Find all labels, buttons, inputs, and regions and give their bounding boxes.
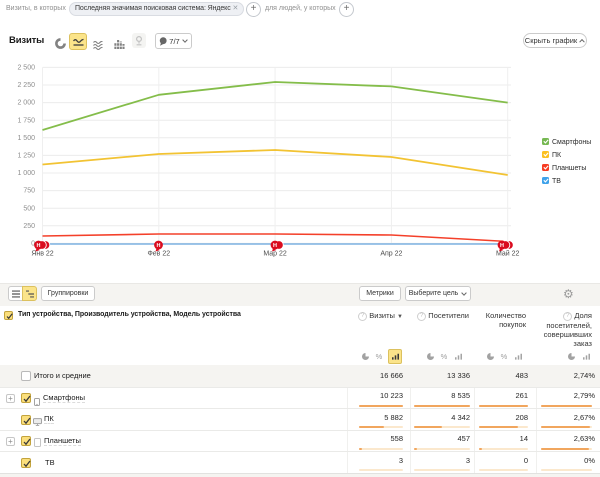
svg-text:Янв 22: Янв 22 <box>31 251 53 258</box>
svg-text:ПК: ПК <box>552 152 562 159</box>
svg-text:1 500: 1 500 <box>17 135 35 142</box>
svg-text:1 250: 1 250 <box>17 153 35 160</box>
svg-text:2 250: 2 250 <box>17 82 35 89</box>
svg-text:750: 750 <box>23 188 35 195</box>
svg-text:Планшеты: Планшеты <box>552 165 586 172</box>
svg-text:250: 250 <box>23 223 35 230</box>
svg-text:1 000: 1 000 <box>17 170 35 177</box>
svg-text:Н: Н <box>500 243 504 249</box>
svg-text:Н: Н <box>273 243 277 249</box>
svg-text:ТВ: ТВ <box>552 178 561 185</box>
svg-text:Смартфоны: Смартфоны <box>552 139 591 146</box>
svg-text:Н: Н <box>157 243 161 249</box>
svg-text:Фев 22: Фев 22 <box>147 251 170 258</box>
svg-text:500: 500 <box>23 205 35 212</box>
svg-text:2 500: 2 500 <box>17 65 35 72</box>
svg-text:Н: Н <box>37 243 41 249</box>
svg-text:Апр 22: Апр 22 <box>380 251 402 258</box>
svg-text:1 750: 1 750 <box>17 117 35 124</box>
svg-text:2 000: 2 000 <box>17 100 35 107</box>
svg-text:Мар 22: Мар 22 <box>263 251 287 258</box>
